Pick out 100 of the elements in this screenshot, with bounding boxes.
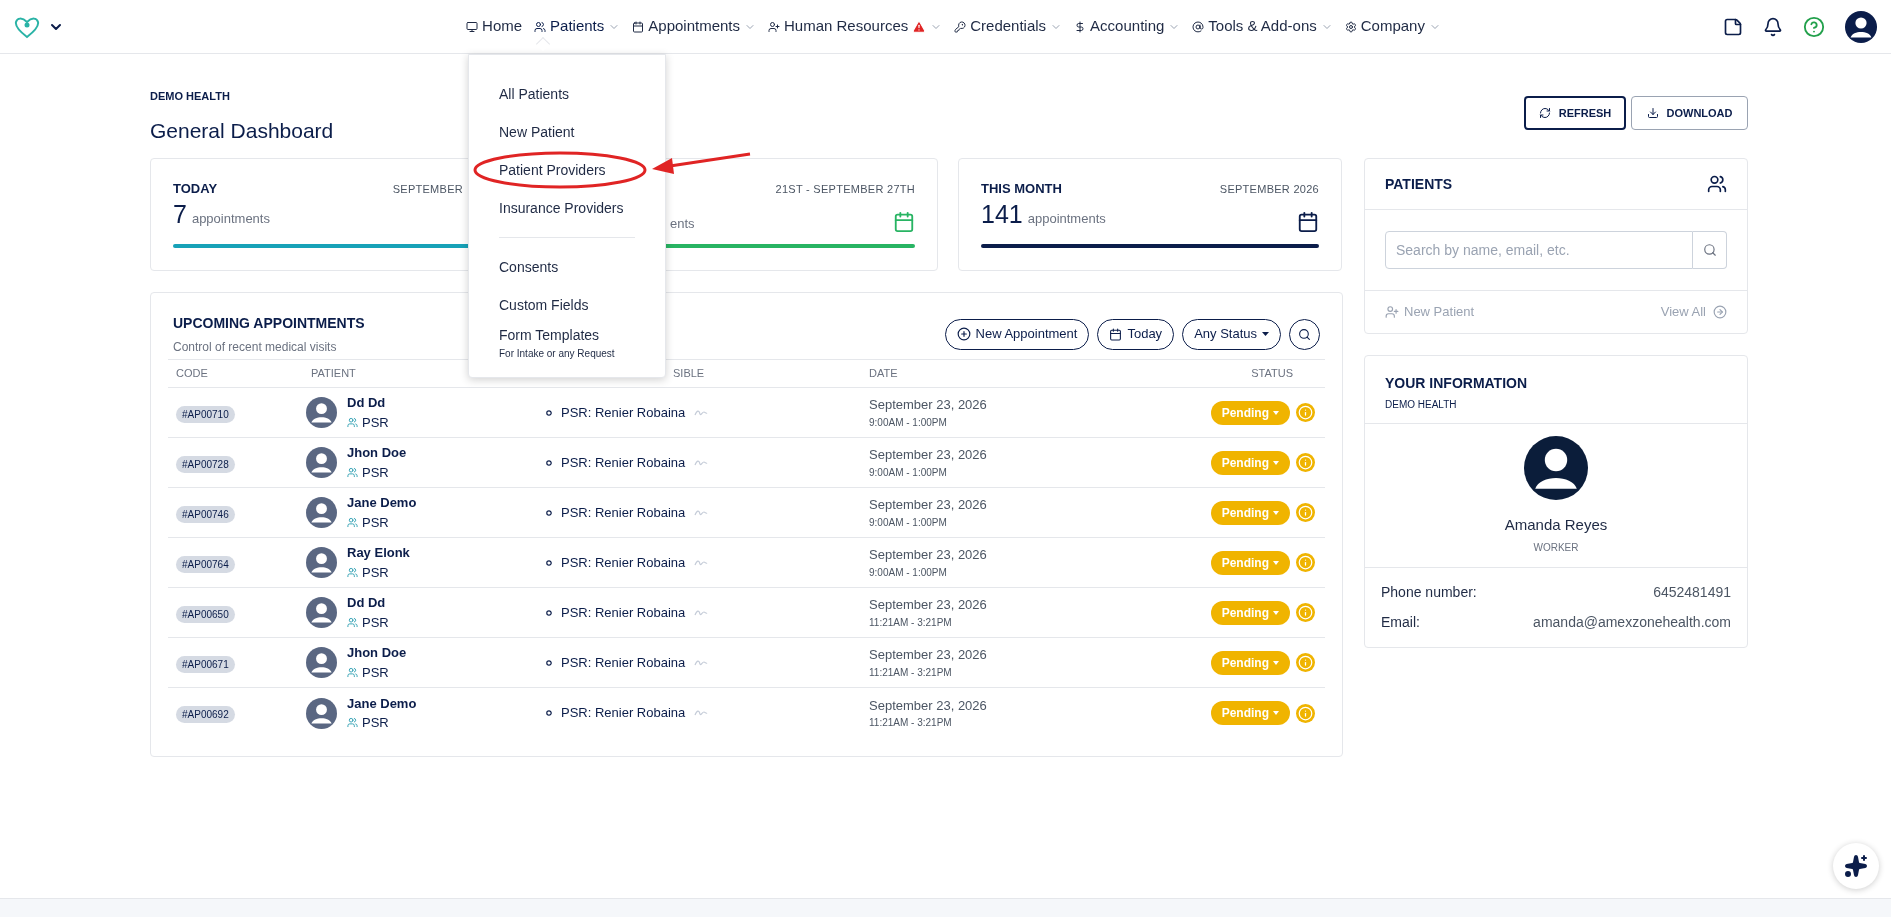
user-role: WORKER	[1533, 541, 1579, 556]
panel-title: PATIENTS	[1385, 174, 1453, 194]
plus-icon	[956, 327, 971, 341]
appointment-date: September 23, 2026	[869, 496, 988, 515]
info-icon[interactable]	[1296, 403, 1315, 422]
nav-item[interactable]: Credentials	[954, 15, 1063, 38]
nav-item[interactable]: Accounting	[1074, 15, 1181, 38]
appointment-date: September 23, 2026	[869, 546, 988, 565]
nav-item[interactable]: Company	[1344, 15, 1441, 38]
stat-title: TODAY	[173, 180, 218, 199]
patient-name[interactable]: Dd Dd	[347, 593, 389, 613]
field-label: Phone number:	[1381, 583, 1477, 602]
menu-item[interactable]: New Patient	[499, 113, 575, 151]
download-icon	[1646, 107, 1659, 119]
bullet-icon	[546, 609, 552, 616]
signature-icon	[694, 458, 709, 467]
signature-icon	[694, 558, 709, 567]
appointment-time: 9:00AM - 1:00PM	[869, 515, 948, 530]
sparkle-icon	[1844, 854, 1868, 878]
signature-icon	[694, 608, 709, 617]
info-icon[interactable]	[1296, 653, 1315, 672]
nav-item[interactable]: Human Resources	[768, 15, 943, 38]
patient-avatar	[306, 447, 337, 478]
bullet-icon	[546, 409, 552, 416]
key-icon	[954, 20, 967, 33]
stat-title: THIS MONTH	[981, 180, 1062, 199]
responsible-name: PSR: Renier Robaina	[561, 553, 686, 572]
responsible-name: PSR: Renier Robaina	[561, 704, 686, 723]
nav-item[interactable]: Patients	[534, 15, 621, 38]
page-title: General Dashboard	[150, 117, 334, 144]
patient-group: PSR	[362, 612, 389, 632]
menu-item[interactable]: Form Templates For Intake or any Request	[499, 324, 615, 362]
caret-icon	[1273, 610, 1279, 615]
responsible-name: PSR: Renier Robaina	[561, 453, 686, 472]
nav-item[interactable]: Home	[466, 15, 523, 38]
column-header: STATUS	[1251, 366, 1294, 382]
nav-item[interactable]: Tools & Add-ons	[1192, 15, 1333, 38]
patient-group: PSR	[362, 412, 389, 432]
users-icon	[534, 20, 547, 33]
users-icon	[347, 666, 358, 678]
patient-avatar	[306, 647, 337, 678]
help-icon[interactable]	[1803, 15, 1825, 38]
responsible-name: PSR: Renier Robaina	[561, 503, 686, 522]
signature-icon	[694, 408, 709, 417]
caret-icon	[1273, 660, 1279, 665]
bullet-icon	[546, 459, 552, 466]
stat-period: SEPTEMBER	[392, 181, 463, 197]
calendar-icon	[1109, 327, 1123, 341]
appointment-code: #AP00764	[176, 555, 235, 573]
patient-name[interactable]: Dd Dd	[347, 393, 389, 413]
patient-name[interactable]: Jhon Doe	[347, 443, 407, 463]
panel-subtitle: DEMO HEALTH	[1385, 398, 1458, 412]
info-icon[interactable]	[1296, 703, 1315, 723]
patient-group: PSR	[362, 713, 389, 733]
panel-title: YOUR INFORMATION	[1385, 374, 1529, 393]
stat-unit: ents	[670, 214, 695, 233]
responsible-name: PSR: Renier Robaina	[561, 403, 686, 422]
nav-item[interactable]: Appointments	[632, 15, 756, 38]
patient-name[interactable]: Jane Demo	[347, 693, 417, 713]
user-plus-icon	[1385, 305, 1399, 319]
warning-icon	[912, 19, 927, 34]
menu-item[interactable]: All Patients	[499, 75, 570, 113]
caret-icon	[1273, 560, 1279, 565]
patient-group: PSR	[362, 512, 389, 532]
appointment-code: #AP00692	[176, 706, 235, 723]
caret-icon	[1273, 410, 1279, 415]
caret-icon	[1273, 460, 1279, 465]
note-icon[interactable]	[1723, 16, 1743, 37]
menu-item[interactable]: Consents	[499, 248, 559, 286]
refresh-button[interactable]: REFRESH	[1524, 96, 1626, 130]
assistant-button[interactable]	[1833, 843, 1879, 889]
info-icon[interactable]	[1296, 453, 1315, 472]
appointment-date: September 23, 2026	[869, 396, 988, 415]
stat-period: 21ST - SEPTEMBER 27TH	[775, 181, 915, 197]
users-icon	[347, 466, 358, 478]
user-name: Amanda Reyes	[1504, 514, 1608, 535]
appointment-time: 9:00AM - 1:00PM	[869, 415, 948, 430]
info-icon[interactable]	[1296, 503, 1315, 522]
bullet-icon	[546, 710, 552, 716]
patient-name[interactable]: Ray Elonk	[347, 543, 410, 563]
dollar-icon	[1074, 20, 1087, 33]
menu-item[interactable]: Custom Fields	[499, 286, 589, 324]
info-icon[interactable]	[1296, 553, 1315, 572]
search-icon	[1298, 327, 1311, 341]
stat-unit: appointments	[1027, 209, 1106, 228]
column-header: SIBLE	[672, 366, 706, 382]
user-avatar	[1524, 435, 1588, 500]
info-icon[interactable]	[1296, 603, 1315, 622]
patient-avatar	[306, 547, 337, 578]
menu-item[interactable]: Insurance Providers	[499, 189, 624, 227]
patient-name[interactable]: Jhon Doe	[347, 643, 407, 663]
appointment-date: September 23, 2026	[869, 446, 988, 465]
patient-name[interactable]: Jane Demo	[347, 493, 417, 513]
search-field[interactable]: Search by name, email, etc.	[1385, 231, 1693, 269]
bullet-icon	[546, 559, 552, 566]
users-icon	[347, 717, 358, 729]
appointment-code: #AP00710	[176, 405, 235, 423]
appointment-time: 11:21AM - 3:21PM	[869, 615, 953, 630]
download-button[interactable]: DOWNLOAD	[1631, 96, 1748, 130]
bell-icon[interactable]	[1763, 16, 1783, 37]
